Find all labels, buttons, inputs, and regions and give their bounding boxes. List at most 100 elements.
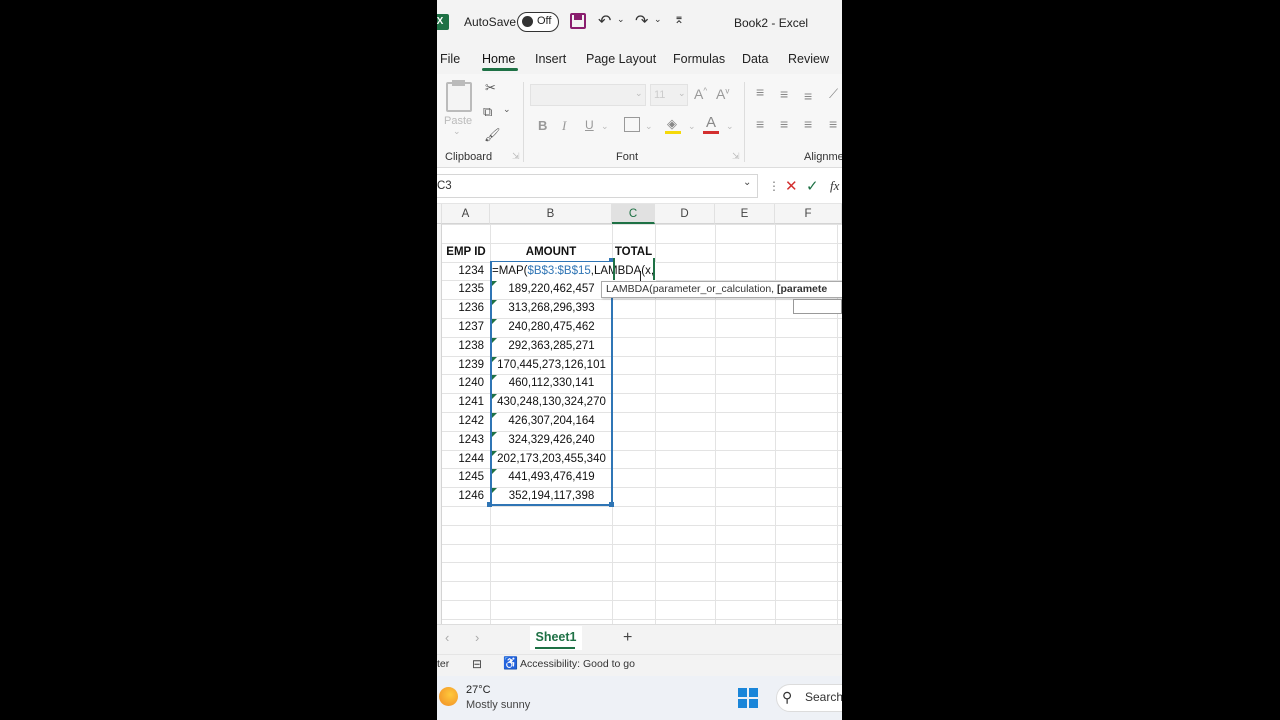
customize-toolbar-icon[interactable]: ⌆ [674,12,684,26]
cell-emp-id[interactable]: 1243 [442,431,484,450]
bold-icon[interactable]: B [538,118,547,133]
fill-color-icon[interactable]: ◈ [667,116,677,132]
active-cell[interactable] [613,258,655,280]
tab-page-layout[interactable]: Page Layout [586,52,656,66]
paste-icon[interactable] [446,82,472,112]
column-header-d[interactable]: D [655,204,715,224]
name-box[interactable] [437,174,758,198]
weather-temp[interactable]: 27°C [466,684,491,696]
copy-icon[interactable]: ⧉ [483,104,492,120]
undo-dropdown-icon[interactable]: ⌄ [617,14,625,25]
underline-icon[interactable]: U [585,118,594,132]
grid-row-line [442,618,842,620]
autocomplete-box [793,299,842,314]
increase-font-icon[interactable]: A^ [694,86,707,102]
font-size-dropdown-icon[interactable]: ⌄ [678,88,686,99]
cell-emp-id[interactable]: 1239 [442,356,484,375]
cell-emp-id[interactable]: 1236 [442,299,484,318]
sheet-tab-bar [437,624,842,654]
tooltip-function[interactable]: LAMBDA( [606,283,653,295]
header-amount[interactable]: AMOUNT [490,243,612,262]
weather-desc[interactable]: Mostly sunny [466,699,530,711]
ribbon-separator [744,82,745,162]
name-box-dropdown-icon[interactable]: ⌄ [743,177,751,188]
enter-icon[interactable]: ✓ [806,177,819,195]
cell-emp-id[interactable]: 1241 [442,393,484,412]
underline-dropdown-icon[interactable]: ⌄ [601,121,609,132]
borders-dropdown-icon[interactable]: ⌄ [645,121,653,132]
excel-window: X AutoSave Off ↶ ⌄ ↷ ⌄ ⌆ Book2 - Excel F… [437,0,842,720]
range-handle[interactable] [487,502,492,507]
cell-emp-id[interactable]: 1240 [442,374,484,393]
fill-color-dropdown-icon[interactable]: ⌄ [688,121,696,132]
tab-formulas[interactable]: Formulas [673,52,725,66]
redo-icon[interactable]: ↷ [635,11,648,31]
column-header-b[interactable]: B [490,204,612,224]
clipboard-group-label: Clipboard [445,151,493,163]
column-header-f[interactable]: F [775,204,842,224]
orientation-icon[interactable]: ⟋ [829,86,838,102]
font-color-icon[interactable]: A [706,114,716,131]
tab-home[interactable]: Home [482,52,515,66]
undo-icon[interactable]: ↶ [598,11,611,31]
align-middle-icon[interactable]: ≡ [780,86,788,102]
weather-icon[interactable] [439,687,458,706]
alignment-group-label: Alignme [804,151,842,163]
tooltip-current-arg: [paramete [777,283,828,295]
tab-file[interactable]: File [440,52,460,66]
tooltip-args: parameter_or_calculation, [652,283,778,295]
column-header-a[interactable]: A [442,204,490,224]
macro-record-icon[interactable]: ⊟ [472,657,482,671]
tab-data[interactable]: Data [742,52,768,66]
tab-insert[interactable]: Insert [535,52,566,66]
header-emp-id[interactable]: EMP ID [442,243,490,262]
indent-icon[interactable]: ≡ [829,116,837,132]
decrease-font-icon[interactable]: Av [716,86,729,102]
windows-start-icon[interactable] [738,688,758,708]
cell-emp-id[interactable]: 1246 [442,487,484,506]
tab-review[interactable]: Review [788,52,829,66]
add-sheet-button[interactable]: + [623,629,632,647]
range-handle[interactable] [609,502,614,507]
cell-emp-id[interactable]: 1244 [442,450,484,469]
font-launcher-icon[interactable]: ⇲ [732,151,740,162]
align-bottom-icon[interactable]: ≡ [804,88,812,104]
column-header-c[interactable]: C [612,204,655,224]
column-header-e[interactable]: E [715,204,775,224]
font-name-box[interactable] [530,84,646,106]
formula-prefix: =MAP( [492,265,528,277]
copy-dropdown-icon[interactable]: ⌄ [503,104,511,115]
sheet-tab-indicator [535,647,575,649]
paste-dropdown-icon[interactable]: ⌄ [453,126,461,137]
font-color-bar [703,131,719,134]
grid-row-line [442,600,842,601]
align-center-icon[interactable]: ≡ [780,116,788,132]
prev-sheet-icon[interactable]: ‹ [445,630,449,645]
cell-emp-id[interactable]: 1245 [442,468,484,487]
font-name-dropdown-icon[interactable]: ⌄ [635,88,643,99]
save-icon[interactable] [570,13,586,29]
align-left-icon[interactable]: ≡ [756,116,764,132]
cell-emp-id[interactable]: 1235 [442,280,484,299]
align-top-icon[interactable]: ≡ [756,84,764,100]
cut-icon[interactable]: ✂ [485,80,496,96]
autosave-toggle[interactable]: Off [517,12,559,32]
redo-dropdown-icon[interactable]: ⌄ [654,14,662,25]
accessibility-status[interactable]: Accessibility: Good to go [520,658,635,670]
cell-emp-id[interactable]: 1234 [442,262,484,281]
format-painter-icon[interactable]: 🖌 [484,127,501,143]
cell-emp-id[interactable]: 1238 [442,337,484,356]
align-right-icon[interactable]: ≡ [804,116,812,132]
next-sheet-icon[interactable]: › [475,630,479,645]
grid-row-line [442,224,842,225]
insert-function-icon[interactable]: fx [830,178,839,194]
cancel-icon[interactable]: ✕ [785,177,798,195]
font-color-dropdown-icon[interactable]: ⌄ [726,121,734,132]
cell-emp-id[interactable]: 1237 [442,318,484,337]
italic-icon[interactable]: I [562,118,566,134]
accessibility-icon[interactable]: ♿ [503,656,518,670]
borders-icon[interactable] [624,117,640,132]
cell-emp-id[interactable]: 1242 [442,412,484,431]
clipboard-launcher-icon[interactable]: ⇲ [512,151,520,162]
grid-row-line [442,506,842,507]
